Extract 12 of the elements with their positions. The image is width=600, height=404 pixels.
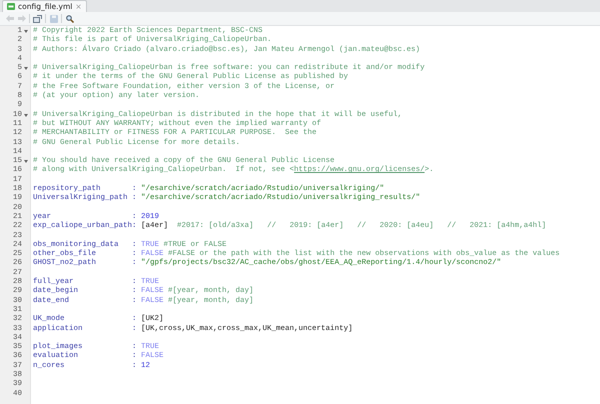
fold-caret-icon[interactable] — [24, 67, 28, 70]
back-arrow-icon — [6, 15, 14, 22]
forward-arrow-icon — [18, 15, 26, 22]
window-icon — [33, 14, 42, 22]
popout-button[interactable] — [33, 14, 42, 23]
file-icon — [7, 3, 15, 10]
fold-caret-icon[interactable] — [24, 160, 28, 164]
search-icon — [66, 14, 74, 22]
fold-caret-icon[interactable] — [24, 114, 28, 117]
search-button[interactable] — [65, 14, 74, 23]
fold-caret-icon[interactable] — [24, 30, 28, 34]
save-icon — [50, 14, 58, 22]
